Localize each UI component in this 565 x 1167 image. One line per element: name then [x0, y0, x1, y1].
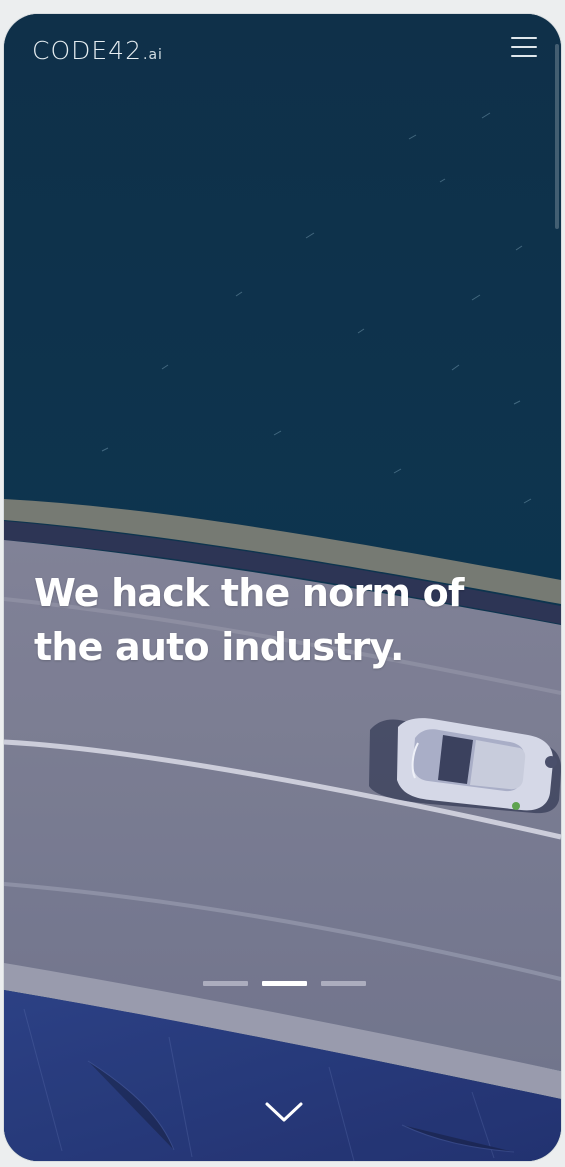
hero-headline-line-2: the auto industry.: [34, 625, 404, 669]
page-scrollbar[interactable]: [555, 44, 559, 229]
slide-indicator-2[interactable]: [262, 980, 307, 986]
code42-logo[interactable]: CODE42 .ai: [32, 36, 163, 66]
logo-suffix: .ai: [143, 47, 163, 63]
menu-button[interactable]: [511, 37, 537, 59]
mobile-viewport: CODE42 .ai We hack the norm of the auto …: [4, 14, 561, 1161]
hero-headline: We hack the norm of the auto industry.: [34, 566, 504, 674]
scroll-down-button[interactable]: [263, 1096, 305, 1126]
slide-pagination: [203, 978, 373, 988]
chevron-down-icon: [265, 1102, 303, 1122]
slide-indicator-1[interactable]: [203, 980, 248, 986]
logo-wordmark: CODE42: [32, 36, 142, 65]
hero-headline-line-1: We hack the norm of: [34, 571, 464, 615]
slide-indicator-3[interactable]: [321, 980, 366, 986]
